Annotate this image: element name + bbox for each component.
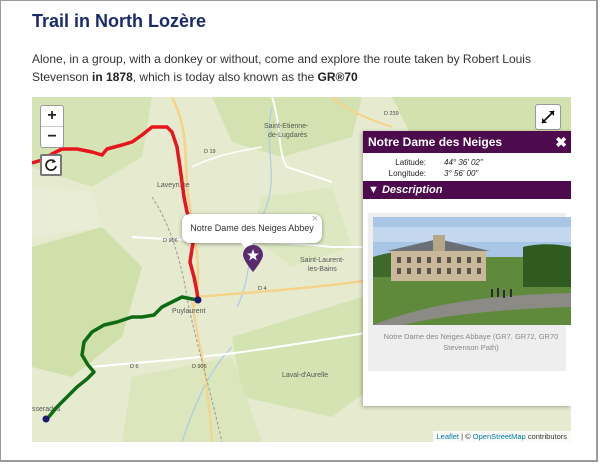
coordinates: Latitude: 44° 36' 02" Longitude: 3° 56' … [363,153,571,179]
latitude-label: Latitude: [395,158,426,167]
road-d4: D 4 [258,286,267,292]
refresh-icon [45,159,57,171]
zoom-out-button[interactable]: − [41,126,63,147]
place-saint-laurent: Saint-Laurent- [300,257,345,264]
panel-close-button[interactable]: ✖ [555,131,567,153]
popup-close-button[interactable]: × [312,205,318,234]
osm-link[interactable]: OpenStreetMap [473,432,526,441]
page-title: Trail in North Lozère [32,11,207,31]
marker-popup: Notre Dame des Neiges Abbey × [182,213,322,250]
place-laveyrune: Laveyrune [157,182,190,189]
intro-gr70: GR®70 [317,70,358,84]
intro-year: in 1878 [92,70,133,84]
road-d906a: D 906 [163,238,178,244]
zoom-in-button[interactable]: + [41,106,63,126]
trail-map[interactable]: Saint-Etienne- de-Lugdarès Laveyrune Sai… [32,97,571,442]
place-laval: Laval-d'Aurelle [282,372,328,379]
place-saint-etienne: Saint-Etienne- [264,123,309,130]
abbey-photo[interactable] [373,217,571,325]
longitude-row: Longitude: 3° 56' 00" [363,168,571,179]
description-toggle[interactable]: ▼ Description [363,181,571,199]
longitude-value: 3° 56' 00" [444,169,479,178]
photo-caption: Notre Dame des Neiges Abbaye (GR7, GR72,… [383,332,559,352]
road-d6: D 6 [130,364,139,370]
longitude-label: Longitude: [388,169,426,178]
map-attribution: Leaflet | © OpenStreetMap contributors [432,431,571,442]
road-d239: D 239 [384,111,399,117]
popup-text: Notre Dame des Neiges Abbey [190,223,314,233]
place-saint-etienne-2: de-Lugdarès [268,132,308,139]
zoom-control: + − [40,105,64,148]
panel-header: Notre Dame des Neiges ✖ [363,131,571,153]
map-pin-icon [243,245,263,272]
panel-title: Notre Dame des Neiges [368,135,503,149]
expand-icon [541,110,555,124]
road-d19: D 19 [204,149,216,155]
road-d906b: D 906 [192,364,207,370]
latitude-value: 44° 36' 02" [444,158,483,167]
info-panel: Notre Dame des Neiges ✖ Latitude: 44° 36… [363,131,571,406]
intro-paragraph: Alone, in a group, with a donkey or with… [32,52,531,84]
latitude-row: Latitude: 44° 36' 02" [363,157,571,168]
reset-view-button[interactable] [40,154,62,176]
leaflet-link[interactable]: Leaflet [437,432,460,441]
abbey-marker[interactable] [242,245,264,278]
fullscreen-button[interactable] [535,104,561,130]
place-saint-laurent-2: les-Bains [308,266,337,273]
place-puylaurent: Puylaurent [172,308,206,315]
photo-card: Notre Dame des Neiges Abbaye (GR7, GR72,… [368,213,571,371]
